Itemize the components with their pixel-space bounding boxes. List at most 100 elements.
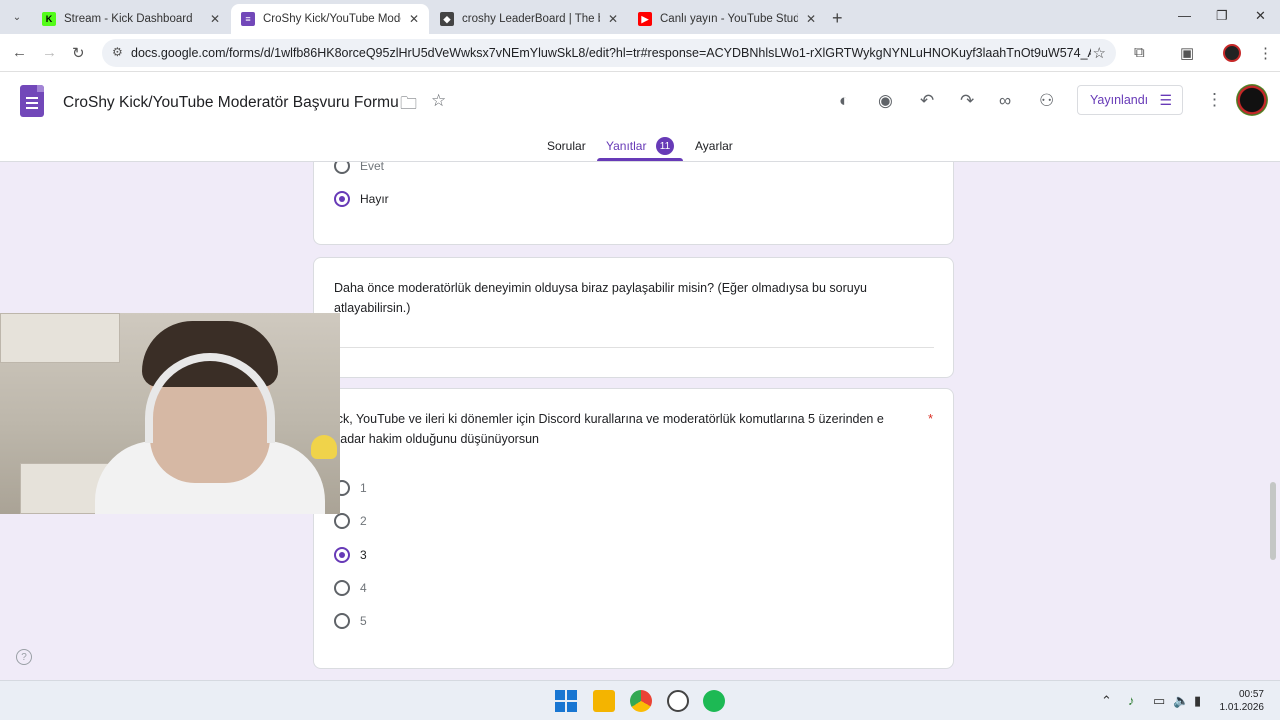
window-close-icon[interactable]: ✕: [1255, 8, 1266, 24]
link-icon[interactable]: ∞: [999, 91, 1011, 111]
tab-title: Stream - Kick Dashboard: [64, 13, 193, 25]
clock-date: 1.01.2026: [1219, 702, 1265, 713]
browser-tab-youtube-studio[interactable]: ▶ Canlı yayın - YouTube Studio ✕: [628, 4, 826, 34]
browser-tab-kick-dashboard[interactable]: K Stream - Kick Dashboard ✕: [32, 4, 230, 34]
clock-time: 00:57: [1238, 689, 1264, 700]
tab-title: CroShy Kick/YouTube Moderatö: [263, 13, 401, 25]
help-icon[interactable]: ?: [16, 649, 32, 665]
publish-settings-icon: ☰: [1159, 92, 1172, 108]
option-label: 1: [360, 481, 367, 495]
bookmark-star-icon[interactable]: ☆: [1093, 44, 1106, 62]
microphone-icon[interactable]: ♪: [1128, 693, 1135, 708]
close-icon[interactable]: ✕: [806, 12, 816, 26]
volume-icon[interactable]: 🔈: [1173, 693, 1189, 709]
chrome-icon[interactable]: [630, 690, 652, 712]
google-forms-icon: ≡: [241, 12, 255, 26]
radio-button[interactable]: [334, 513, 350, 529]
site-info-icon[interactable]: ⚙: [112, 45, 123, 59]
google-forms-logo-icon[interactable]: [20, 85, 44, 117]
new-tab-icon[interactable]: +: [832, 8, 843, 29]
browser-tab-bar: ⌄ K Stream - Kick Dashboard ✕ ≡ CroShy K…: [0, 0, 1280, 34]
more-options-icon[interactable]: ⋮: [1206, 90, 1223, 110]
back-icon[interactable]: ←: [12, 44, 27, 61]
profile-icon[interactable]: [1223, 44, 1241, 62]
forms-header: CroShy Kick/YouTube Moderatör Başvuru Fo…: [0, 72, 1280, 162]
windows-start-icon[interactable]: [555, 690, 577, 712]
browser-tab-leaderboard[interactable]: ◆ croshy LeaderBoard | The best C ✕: [430, 4, 628, 34]
star-icon[interactable]: ☆: [431, 91, 446, 111]
radio-option[interactable]: 4: [334, 580, 367, 596]
radio-option[interactable]: 3: [334, 547, 367, 563]
cabinet: [0, 313, 120, 363]
folder-icon[interactable]: 🗀: [400, 91, 417, 120]
tab-title: croshy LeaderBoard | The best C: [462, 13, 600, 25]
media-icon[interactable]: ▣: [1180, 44, 1194, 62]
option-label: 5: [360, 614, 367, 628]
add-collaborator-icon[interactable]: ⚇: [1039, 91, 1054, 111]
published-button[interactable]: Yayınlandı ☰: [1077, 85, 1183, 115]
url-input[interactable]: ⚙ docs.google.com/forms/d/1wlfb86HK8orce…: [102, 39, 1116, 67]
reload-icon[interactable]: ↻: [72, 44, 85, 62]
close-icon[interactable]: ✕: [409, 12, 419, 26]
octopus-plush: [311, 435, 337, 459]
question-text: ick, YouTube ve ileri ki dönemler için D…: [334, 412, 884, 446]
kick-icon: K: [42, 12, 56, 26]
required-asterisk: *: [928, 411, 934, 426]
webcam-overlay: [0, 313, 340, 514]
question-card-yes-no: Evet Hayır: [313, 162, 954, 245]
network-icon[interactable]: ▭: [1153, 693, 1165, 709]
option-label: Evet: [360, 162, 385, 173]
radio-option[interactable]: 5: [334, 613, 367, 629]
diamond-icon: ◆: [440, 12, 454, 26]
tray-chevron-icon[interactable]: ⌃: [1101, 693, 1112, 709]
radio-button[interactable]: [334, 613, 350, 629]
radio-option[interactable]: 2: [334, 513, 367, 529]
tab-questions[interactable]: Sorular: [547, 139, 586, 153]
url-text: docs.google.com/forms/d/1wlfb86HK8orceQ9…: [131, 46, 1091, 60]
scrollbar[interactable]: [1270, 482, 1276, 560]
chrome-menu-icon[interactable]: ⋮: [1258, 44, 1273, 62]
option-label: 2: [360, 514, 367, 528]
obs-icon[interactable]: [667, 690, 689, 712]
option-label: 3: [360, 548, 367, 562]
option-label: 4: [360, 581, 367, 595]
tab-title: Canlı yayın - YouTube Studio: [660, 13, 798, 25]
tab-responses[interactable]: Yanıtlar: [606, 139, 646, 153]
file-explorer-icon[interactable]: [593, 690, 615, 712]
radio-button[interactable]: [334, 580, 350, 596]
form-tabs: Sorular Yanıtlar 11 Ayarlar: [0, 134, 1280, 162]
extensions-icon[interactable]: ⧉: [1134, 44, 1145, 61]
radio-button[interactable]: [334, 162, 350, 174]
browser-tab-forms[interactable]: ≡ CroShy Kick/YouTube Moderatö ✕: [231, 4, 429, 34]
avatar[interactable]: [1236, 84, 1268, 116]
spotify-icon[interactable]: [703, 690, 725, 712]
question-card-rating: ick, YouTube ve ileri ki dönemler için D…: [313, 388, 954, 669]
youtube-icon: ▶: [638, 12, 652, 26]
option-label: Hayır: [360, 192, 389, 206]
forward-icon[interactable]: →: [42, 44, 57, 61]
published-label: Yayınlandı: [1090, 93, 1149, 107]
question-card-experience: Daha önce moderatörlük deneyimin olduysa…: [313, 257, 954, 378]
preview-eye-icon[interactable]: ◉: [878, 91, 893, 111]
radio-option[interactable]: Evet: [334, 162, 384, 174]
redo-icon[interactable]: ↷: [960, 91, 974, 111]
radio-option[interactable]: Hayır: [334, 191, 389, 207]
response-count-badge: 11: [656, 137, 674, 155]
undo-icon[interactable]: ↶: [920, 91, 934, 111]
answer-underline: [334, 347, 934, 348]
radio-button[interactable]: [334, 547, 350, 563]
form-title[interactable]: CroShy Kick/YouTube Moderatör Başvuru Fo…: [63, 94, 399, 112]
tab-settings[interactable]: Ayarlar: [695, 139, 733, 153]
minimize-icon[interactable]: —: [1178, 8, 1191, 23]
windows-taskbar: ⌃ ♪ ▭ 🔈 ▮ 00:57 1.01.2026: [0, 680, 1280, 720]
radio-button[interactable]: [334, 191, 350, 207]
question-text: Daha önce moderatörlük deneyimin olduysa…: [334, 281, 867, 315]
palette-icon[interactable]: ◐: [839, 91, 849, 111]
close-icon[interactable]: ✕: [608, 12, 618, 26]
address-bar-row: ← → ↻ ⚙ docs.google.com/forms/d/1wlfb86H…: [0, 34, 1280, 72]
system-clock[interactable]: 00:57 1.01.2026: [1214, 688, 1265, 714]
restore-icon[interactable]: ❐: [1216, 8, 1228, 24]
battery-icon[interactable]: ▮: [1194, 693, 1201, 709]
tab-search-icon[interactable]: ⌄: [7, 7, 27, 27]
close-icon[interactable]: ✕: [210, 12, 220, 26]
